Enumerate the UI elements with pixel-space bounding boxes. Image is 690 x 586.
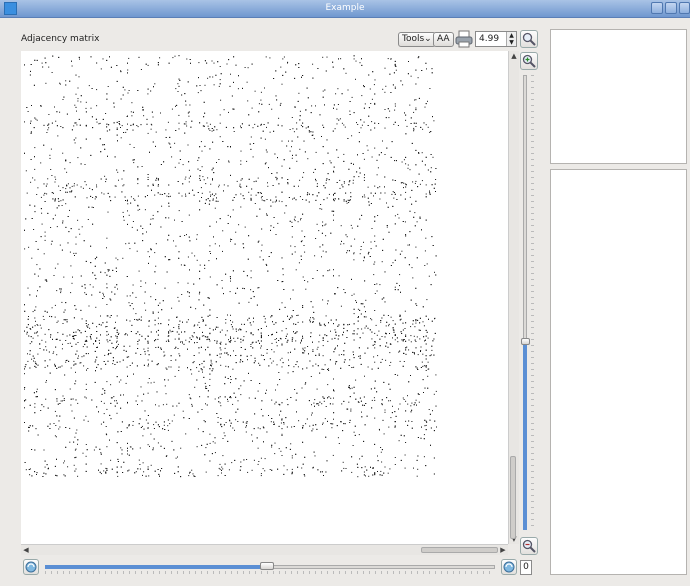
zoom-value: 4.99	[479, 34, 500, 44]
adjacency-matrix-canvas[interactable]	[21, 51, 508, 544]
refresh-icon[interactable]	[23, 559, 39, 575]
scroll-up-icon[interactable]: ▲	[509, 51, 519, 61]
matrix-plot	[24, 55, 437, 478]
scroll-right-icon[interactable]: ▶	[498, 545, 508, 555]
close-button[interactable]	[679, 2, 690, 14]
vertical-slider-handle[interactable]	[521, 338, 530, 345]
antialias-button[interactable]: AA	[433, 32, 454, 47]
horizontal-slider-ticks	[45, 571, 495, 574]
panel-title: Adjacency matrix	[21, 34, 100, 44]
side-panel-top	[550, 29, 687, 164]
scroll-left-icon[interactable]: ◀	[21, 545, 31, 555]
magnifier-plus-icon[interactable]	[520, 52, 538, 70]
title-bar: Example	[0, 0, 690, 18]
maximize-button[interactable]	[665, 2, 677, 14]
magnifier-minus-icon[interactable]	[520, 537, 538, 555]
horizontal-slider-fill	[45, 565, 263, 569]
magnifier-icon[interactable]	[520, 30, 538, 48]
tools-label: Tools	[402, 34, 425, 44]
horizontal-scroll-thumb[interactable]	[421, 547, 498, 553]
refresh-icon[interactable]	[501, 559, 517, 575]
slider-counter: 0	[520, 560, 532, 575]
spin-arrows-icon[interactable]: ▲ ▼	[506, 32, 516, 46]
tools-menu-button[interactable]: Tools⌄	[398, 32, 436, 47]
side-panel-bottom	[550, 169, 687, 575]
vertical-slider-fill	[523, 342, 527, 530]
minimize-button[interactable]	[651, 2, 663, 14]
horizontal-slider-handle[interactable]	[260, 562, 274, 570]
chevron-down-icon: ⌄	[424, 34, 432, 44]
window-title: Example	[325, 3, 365, 13]
zoom-spinbox[interactable]: 4.99 ▲ ▼	[475, 31, 517, 47]
vertical-scroll-thumb[interactable]	[510, 456, 516, 539]
printer-icon[interactable]	[455, 30, 473, 48]
vertical-slider-ticks	[531, 75, 534, 530]
